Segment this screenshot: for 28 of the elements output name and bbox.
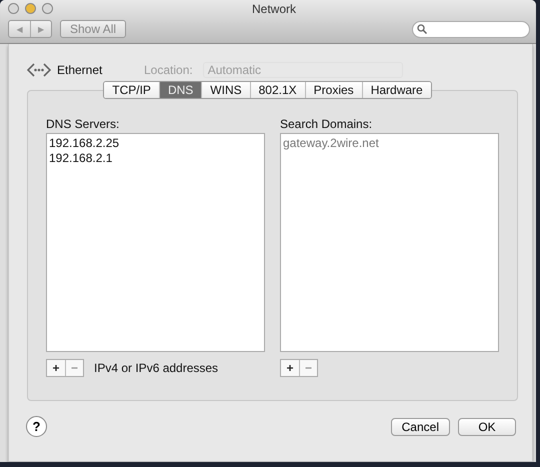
ok-button[interactable]: OK (458, 418, 516, 436)
tab[interactable]: 802.1X (250, 82, 305, 98)
list-label: Search Domains: (280, 117, 374, 131)
help-button[interactable]: ? (26, 416, 47, 437)
list-box[interactable]: gateway.2wire.net (280, 133, 499, 352)
tab[interactable]: DNS (158, 82, 202, 98)
minimize-icon[interactable] (25, 3, 36, 14)
list-item[interactable]: 192.168.2.1 (49, 151, 262, 166)
search-field[interactable] (412, 20, 530, 38)
zoom-icon[interactable] (42, 3, 53, 14)
tab[interactable]: TCP/IP (104, 82, 159, 98)
tab[interactable]: WINS (201, 82, 250, 98)
interface-name: Ethernet (57, 63, 104, 77)
tab[interactable]: Proxies (304, 82, 362, 98)
list-item[interactable]: gateway.2wire.net (283, 136, 496, 151)
location-label: Location: (144, 63, 193, 77)
ethernet-icon (27, 62, 51, 78)
hint-text: IPv4 or IPv6 addresses (94, 361, 218, 375)
add-button[interactable]: + (281, 360, 299, 376)
add-button[interactable]: + (47, 360, 65, 376)
list-label: DNS Servers: (46, 117, 120, 131)
cancel-button[interactable]: Cancel (390, 418, 450, 436)
window-title: Network (252, 2, 296, 16)
search-icon (417, 24, 427, 34)
list-item[interactable]: 192.168.2.25 (49, 136, 262, 151)
close-icon[interactable] (8, 3, 19, 14)
list-box[interactable]: 192.168.2.25 192.168.2.1 (46, 133, 265, 352)
tab[interactable]: Hardware (362, 82, 431, 98)
